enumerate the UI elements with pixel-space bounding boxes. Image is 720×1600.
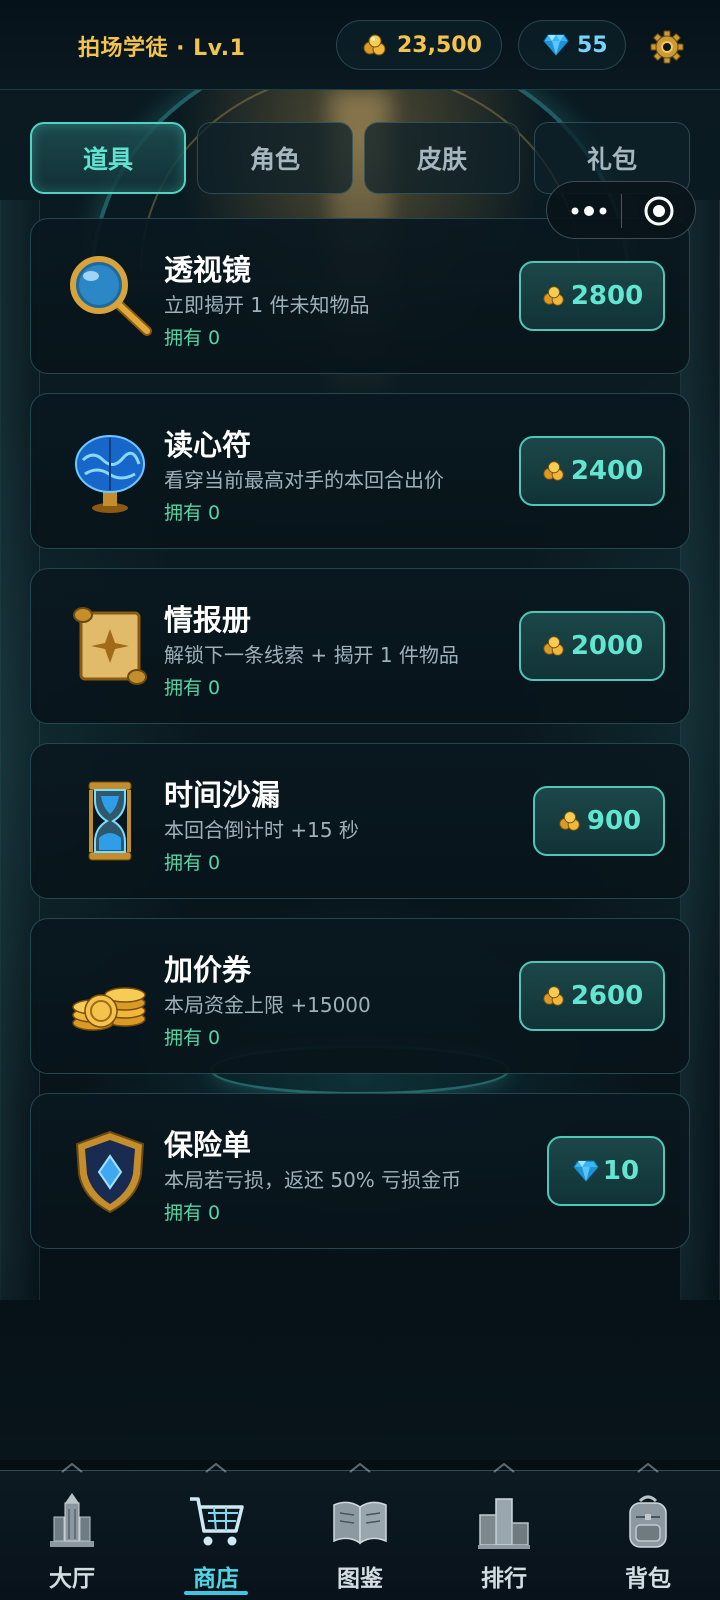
nav-label: 商店 [193, 1566, 239, 1592]
shop-item-card: 读心符 看穿当前最高对手的本回合出价 拥有 0 2400 [30, 393, 690, 549]
item-owned-count: 拥有 0 [164, 502, 221, 524]
buy-button-gold[interactable]: 900 [533, 786, 665, 856]
nav-label: 图鉴 [337, 1566, 383, 1592]
player-title-level: 拍场学徒 · Lv.1 [78, 36, 246, 61]
item-description: 看穿当前最高对手的本回合出价 [164, 468, 444, 492]
item-description: 本局资金上限 +15000 [164, 993, 371, 1017]
item-owned-count: 拥有 0 [164, 677, 221, 699]
item-name: 读心符 [164, 428, 252, 462]
gold-nugget-icon [543, 286, 564, 306]
nav-encyclopedia[interactable]: 图鉴 [288, 1463, 432, 1600]
item-owned-count: 拥有 0 [164, 327, 221, 349]
item-owned-count: 拥有 0 [164, 1027, 221, 1049]
item-name: 时间沙漏 [164, 778, 281, 812]
buy-button-gold[interactable]: 2400 [519, 436, 665, 506]
top-status-bar: 拍场学徒 · Lv.1 23,500 55 [0, 0, 720, 90]
bottom-navigation: 大厅 商店 图鉴 排行 背包 [0, 1463, 720, 1600]
buy-button-gold[interactable]: 2600 [519, 961, 665, 1031]
nav-backpack[interactable]: 背包 [576, 1463, 720, 1600]
shop-item-card: 情报册 解锁下一条线索 + 揭开 1 件物品 拥有 0 2000 [30, 568, 690, 724]
shop-item-card: 时间沙漏 本回合倒计时 +15 秒 拥有 0 900 [30, 743, 690, 899]
coin-stack-icon [72, 987, 146, 1031]
more-options-icon[interactable] [567, 199, 611, 223]
brain-icon [75, 435, 145, 513]
item-description: 本回合倒计时 +15 秒 [164, 818, 359, 842]
nav-notch-icon [349, 1463, 371, 1473]
price-label: 2800 [570, 281, 644, 311]
scroll-icon [73, 607, 147, 685]
miniprogram-capsule [546, 181, 696, 239]
gold-balance[interactable]: 23,500 [336, 20, 502, 70]
capsule-divider [621, 194, 622, 228]
item-description: 解锁下一条线索 + 揭开 1 件物品 [164, 643, 459, 667]
tab-characters[interactable]: 角色 [197, 122, 353, 194]
nav-label: 背包 [625, 1566, 671, 1592]
item-name: 透视镜 [164, 253, 252, 287]
item-owned-count: 拥有 0 [164, 852, 221, 874]
gold-nugget-icon [543, 636, 564, 656]
item-description: 立即揭开 1 件未知物品 [164, 293, 370, 317]
book-icon [333, 1501, 387, 1545]
price-label: 2000 [570, 631, 644, 661]
magnifier-icon [70, 256, 152, 336]
settings-gear-icon[interactable] [650, 30, 684, 64]
nav-notch-icon [637, 1463, 659, 1473]
podium-icon [478, 1498, 530, 1549]
price-label: 900 [586, 806, 642, 836]
buy-button-gold[interactable]: 2000 [519, 611, 665, 681]
gold-nugget-icon [543, 461, 564, 481]
hall-icon [50, 1493, 94, 1547]
nav-active-indicator [184, 1591, 248, 1595]
price-label: 10 [602, 1156, 640, 1186]
shop-item-card: 透视镜 立即揭开 1 件未知物品 拥有 0 2800 [30, 218, 690, 374]
diamond-icon [573, 1160, 599, 1182]
item-name: 加价券 [164, 953, 252, 987]
gem-balance[interactable]: 55 [518, 20, 626, 70]
nav-label: 大厅 [49, 1566, 95, 1592]
close-miniprogram-icon[interactable] [643, 195, 675, 227]
buy-button-gem[interactable]: 10 [547, 1136, 665, 1206]
item-owned-count: 拥有 0 [164, 1202, 221, 1224]
hourglass-icon [88, 781, 132, 861]
nav-ranking[interactable]: 排行 [432, 1463, 576, 1600]
diamond-icon [543, 34, 569, 56]
shop-item-card: 加价券 本局资金上限 +15000 拥有 0 2600 [30, 918, 690, 1074]
nav-shop[interactable]: 商店 [144, 1463, 288, 1600]
tab-skins[interactable]: 皮肤 [364, 122, 520, 194]
background-floor [0, 1240, 720, 1460]
nav-notch-icon [205, 1463, 227, 1473]
shop-item-card: 保险单 本局若亏损，返还 50% 亏损金币 拥有 0 10 [30, 1093, 690, 1249]
gold-nugget-icon [559, 811, 580, 831]
nav-hall[interactable]: 大厅 [0, 1463, 144, 1600]
backpack-icon [629, 1495, 667, 1548]
item-description: 本局若亏损，返还 50% 亏损金币 [164, 1168, 462, 1192]
gem-amount: 55 [577, 32, 608, 58]
price-label: 2600 [570, 981, 644, 1011]
nav-label: 排行 [481, 1566, 527, 1592]
gold-nugget-icon [543, 986, 564, 1006]
buy-button-gold[interactable]: 2800 [519, 261, 665, 331]
shield-icon [75, 1130, 145, 1214]
cart-icon [190, 1497, 244, 1546]
tab-items[interactable]: 道具 [30, 122, 186, 194]
gold-amount: 23,500 [397, 32, 482, 58]
price-label: 2400 [570, 456, 644, 486]
nav-notch-icon [493, 1463, 515, 1473]
gold-nugget-icon [363, 34, 386, 56]
item-name: 保险单 [164, 1128, 252, 1162]
item-name: 情报册 [164, 603, 252, 637]
nav-notch-icon [61, 1463, 83, 1473]
